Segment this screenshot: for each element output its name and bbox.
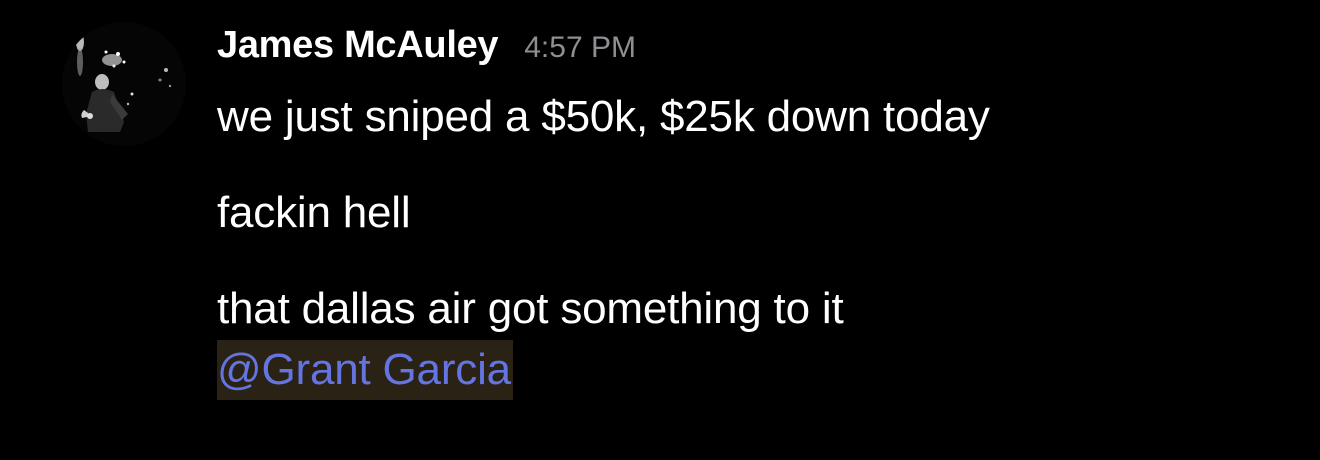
- message-line: we just sniped a $50k, $25k down today: [217, 92, 990, 141]
- message-header: James McAuley 4:57 PM: [217, 24, 636, 74]
- mention-row: @Grant Garcia: [217, 340, 513, 400]
- author-name[interactable]: James McAuley: [217, 24, 499, 67]
- avatar-photo-icon: [62, 22, 186, 146]
- message-line: fackin hell: [217, 188, 411, 237]
- user-mention-link[interactable]: @Grant Garcia: [217, 340, 513, 400]
- user-avatar[interactable]: [62, 22, 186, 146]
- message-line: that dallas air got something to it: [217, 284, 844, 333]
- chat-message: James McAuley 4:57 PM we just sniped a $…: [0, 0, 1320, 460]
- message-timestamp: 4:57 PM: [524, 31, 636, 64]
